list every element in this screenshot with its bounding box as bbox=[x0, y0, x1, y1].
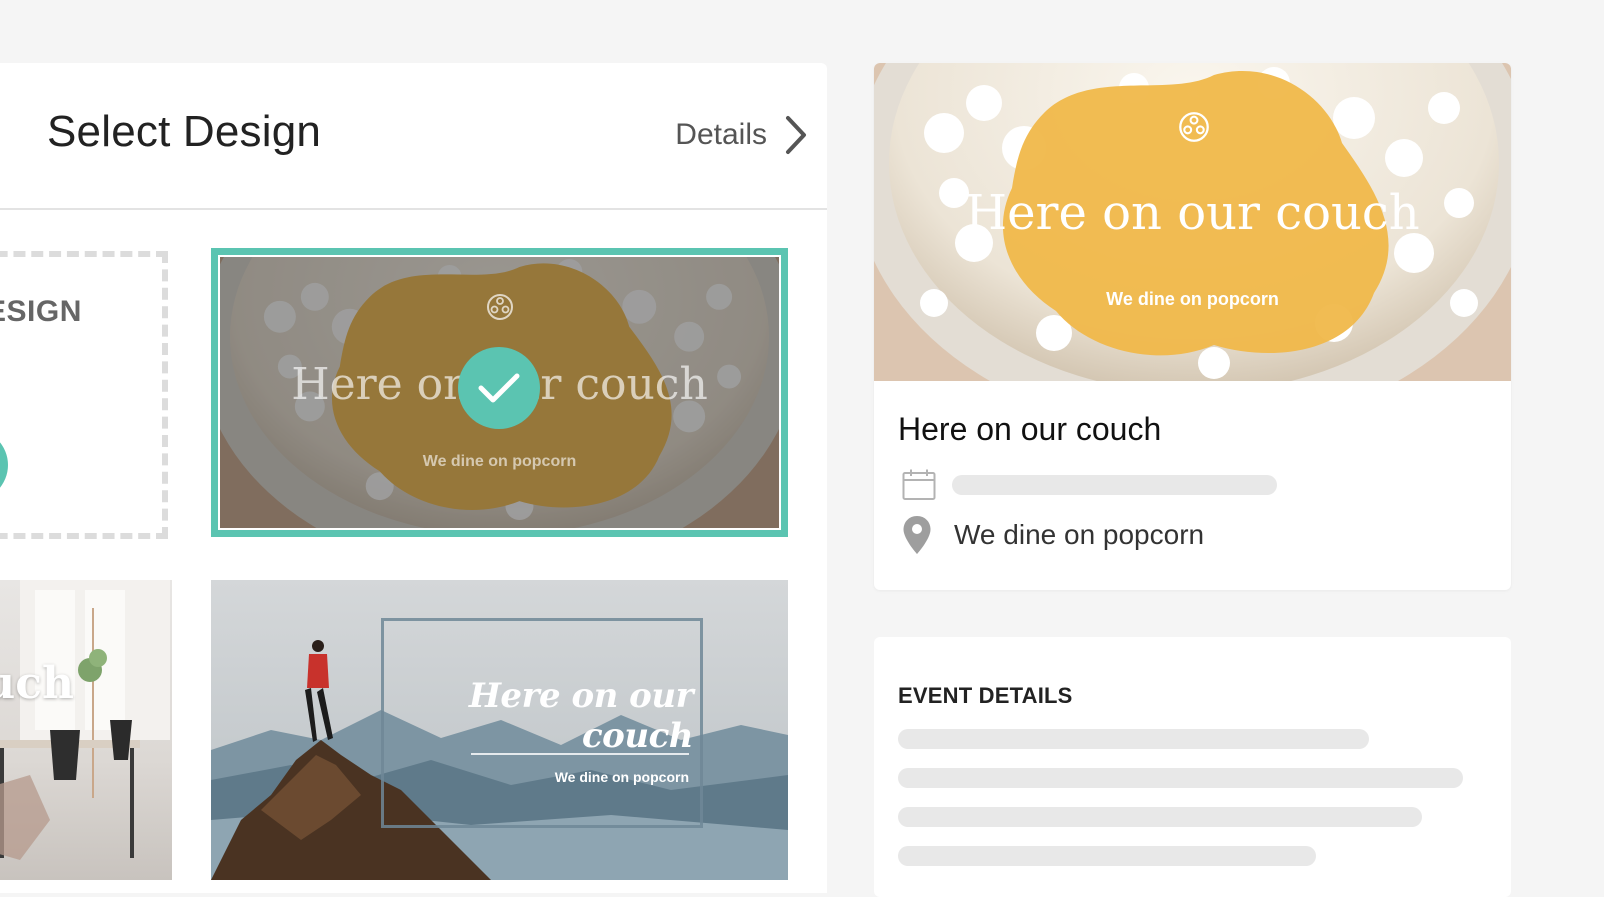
event-details-heading: EVENT DETAILS bbox=[898, 683, 1073, 708]
popcorn-thumbnail: Here on our couch We dine on popcorn bbox=[220, 257, 779, 528]
mountain-tile-subtitle: We dine on popcorn bbox=[554, 769, 689, 785]
detail-placeholder-line bbox=[898, 729, 1369, 749]
event-title: Here on our couch bbox=[898, 411, 1162, 447]
details-button[interactable]: Details bbox=[675, 115, 807, 155]
checkmark-icon bbox=[478, 373, 520, 403]
event-location-row: We dine on popcorn bbox=[902, 515, 1204, 555]
design-tile-blank[interactable]: ESIGN bbox=[0, 251, 168, 539]
calendar-icon bbox=[902, 469, 936, 500]
blank-design-label: ESIGN bbox=[0, 295, 82, 328]
event-location: We dine on popcorn bbox=[954, 519, 1205, 550]
design-tile-popcorn-selected[interactable]: Here on our couch We dine on popcorn bbox=[211, 248, 788, 537]
details-label: Details bbox=[675, 118, 767, 151]
divider bbox=[471, 753, 689, 755]
film-reel-icon bbox=[1178, 111, 1210, 148]
detail-placeholder-line bbox=[898, 807, 1422, 827]
add-design-button[interactable] bbox=[0, 429, 8, 501]
event-date-row bbox=[902, 469, 1277, 501]
mountain-tile-title: Here on our couch bbox=[468, 676, 694, 756]
office-image bbox=[0, 580, 170, 860]
office-tile-title: uch bbox=[0, 658, 74, 709]
select-design-panel: Select Design Details ESIGN bbox=[0, 63, 827, 893]
detail-placeholder-line bbox=[898, 846, 1316, 866]
preview-hero-subtitle: We dine on popcorn bbox=[1106, 289, 1279, 309]
preview-hero-title: Here on our couch bbox=[965, 185, 1420, 241]
date-placeholder bbox=[952, 475, 1277, 495]
detail-placeholder-line bbox=[898, 768, 1463, 788]
design-tile-mountain[interactable]: Here on our couch We dine on popcorn bbox=[211, 580, 788, 880]
selected-check bbox=[458, 347, 540, 429]
location-pin-icon bbox=[903, 516, 931, 554]
preview-hero: Here on our couch We dine on popcorn bbox=[874, 63, 1511, 381]
event-details-card: EVENT DETAILS bbox=[874, 637, 1511, 897]
design-tile-office[interactable]: uch bbox=[0, 580, 172, 880]
popcorn-tile-subtitle: We dine on popcorn bbox=[422, 453, 577, 470]
panel-title: Select Design bbox=[47, 107, 322, 156]
chevron-right-icon bbox=[786, 116, 806, 154]
panel-header: Select Design Details bbox=[0, 63, 827, 210]
event-preview-card: Here on our couch We dine on popcorn Her… bbox=[874, 63, 1511, 590]
film-reel-icon bbox=[486, 293, 514, 326]
